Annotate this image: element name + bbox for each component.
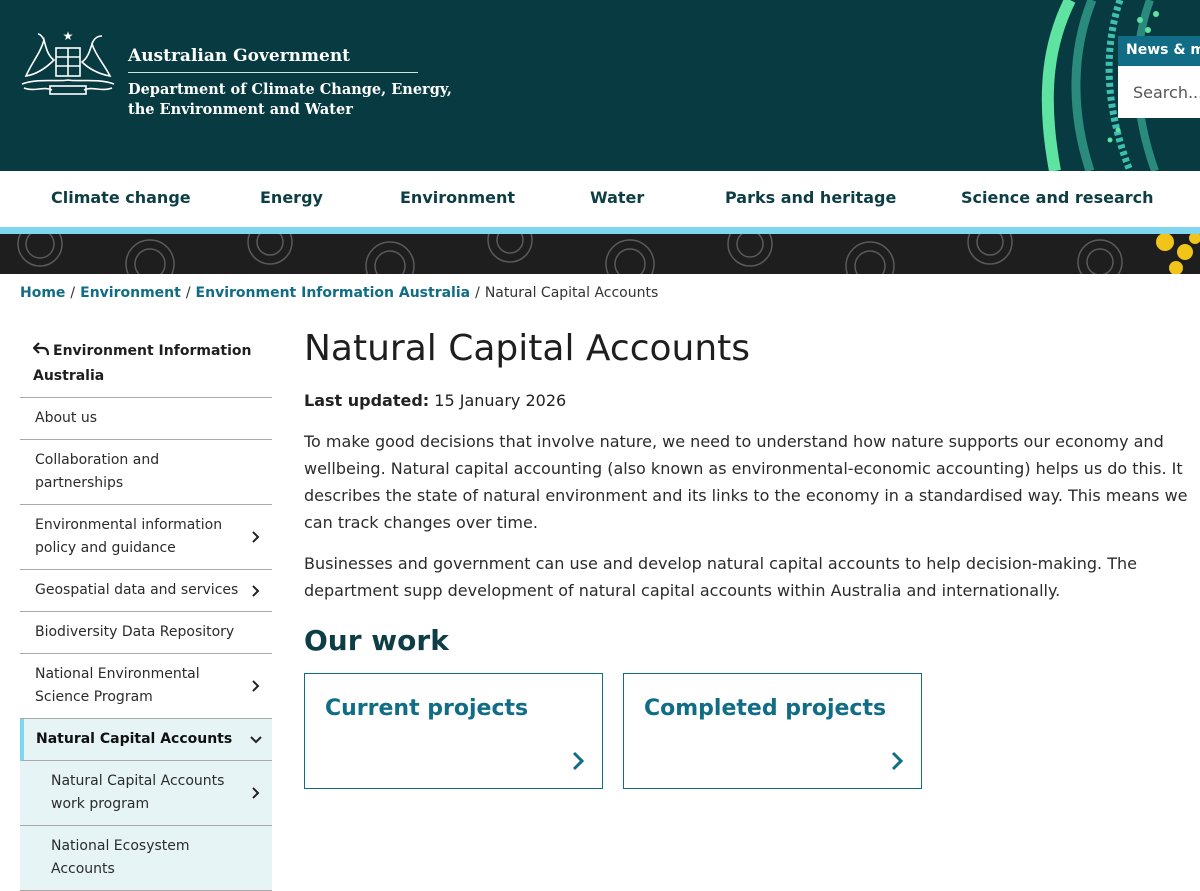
breadcrumb-separator: / — [185, 285, 191, 301]
news-and-media-link[interactable]: News & me — [1118, 36, 1200, 66]
card-group: Current projects Completed projects — [304, 673, 1200, 791]
intro-paragraph: To make good decisions that involve natu… — [304, 432, 1188, 532]
last-updated-date: 15 January 2026 — [434, 391, 567, 410]
nav-science-and-research[interactable]: Science and research — [961, 188, 1154, 207]
breadcrumb-current: Natural Capital Accounts — [484, 285, 659, 301]
sidebar-item-label: Collaboration and partnerships — [35, 452, 160, 491]
last-updated: Last updated: 15 January 2026 — [304, 391, 1200, 410]
site-header: ★ Australian Government Department of Cl… — [0, 0, 1200, 171]
sidebar-item-about-us[interactable]: About us — [20, 398, 272, 440]
chevron-right-icon[interactable] — [250, 584, 262, 597]
sidebar-parent-link[interactable]: Environment Information Australia — [20, 329, 272, 398]
coat-of-arms-icon[interactable]: ★ — [18, 26, 118, 100]
breadcrumb-environment[interactable]: Environment — [80, 285, 181, 301]
card-title: Current projects — [325, 696, 529, 721]
government-name: Australian Government — [128, 46, 418, 73]
breadcrumb-separator: / — [475, 285, 480, 301]
nav-parks-and-heritage[interactable]: Parks and heritage — [725, 188, 896, 207]
nav-accent-stripe — [0, 227, 1200, 234]
sidebar-item-biodiversity-data[interactable]: Biodiversity Data Repository — [20, 612, 272, 654]
second-paragraph: Businesses and government can use and de… — [304, 554, 1137, 600]
sidebar-item-national-ecosystem-accounts[interactable]: National Ecosystem Accounts — [20, 826, 272, 891]
sidebar-item-natural-capital-accounts[interactable]: Natural Capital Accounts — [20, 719, 272, 761]
back-arrow-icon — [32, 342, 50, 356]
sidebar-item-label: Environmental information policy and gui… — [35, 517, 223, 556]
breadcrumb-separator: / — [70, 285, 76, 301]
card-current-projects[interactable]: Current projects — [304, 673, 603, 789]
breadcrumb-environment-information-australia[interactable]: Environment Information Australia — [196, 285, 471, 301]
nav-environment[interactable]: Environment — [400, 188, 515, 207]
chevron-right-icon — [572, 751, 585, 771]
breadcrumb-home[interactable]: Home — [20, 285, 65, 301]
sidebar-item-label: About us — [35, 410, 98, 426]
sidebar-item-nca-work-program[interactable]: Natural Capital Accounts work program — [20, 761, 272, 826]
sidebar-item-geospatial[interactable]: Geospatial data and services — [20, 570, 272, 612]
page-title: Natural Capital Accounts — [304, 328, 751, 369]
main-navigation: Climate change Energy Environment Water … — [0, 171, 1200, 227]
department-name-line2: the Environment and Water — [128, 101, 353, 118]
sidebar-item-label: National Environmental Science Program — [35, 666, 200, 705]
section-title-our-work: Our work — [304, 624, 449, 657]
chevron-right-icon[interactable] — [250, 680, 262, 692]
svg-text:★: ★ — [63, 29, 74, 43]
sidebar-item-label: Natural Capital Accounts work program — [51, 773, 225, 812]
chevron-right-icon[interactable] — [250, 787, 262, 799]
sidebar-item-nesp[interactable]: National Environmental Science Program — [20, 654, 272, 719]
sidebar-navigation: Environment Information Australia About … — [20, 329, 272, 891]
government-branding[interactable]: Australian Government Department of Clim… — [128, 46, 452, 120]
nav-climate-change[interactable]: Climate change — [51, 188, 191, 207]
breadcrumb: Home / Environment / Environment Information… — [20, 285, 658, 301]
chevron-right-icon[interactable] — [250, 531, 262, 543]
sidebar-parent-label: Environment Information Australia — [33, 343, 252, 384]
main-content: Natural Capital Accounts Last updated: 1… — [304, 320, 1200, 791]
chevron-right-icon — [891, 751, 904, 771]
sidebar-item-label: National Ecosystem Accounts — [51, 838, 190, 877]
card-title: Completed projects — [644, 696, 887, 721]
sidebar-item-label: Biodiversity Data Repository — [35, 624, 235, 640]
decorative-pattern-band — [0, 234, 1200, 274]
nav-water[interactable]: Water — [590, 188, 644, 207]
sidebar-item-label: Natural Capital Accounts — [36, 731, 233, 747]
department-name-line1: Department of Climate Change, Energy, — [128, 81, 452, 98]
nav-energy[interactable]: Energy — [260, 188, 323, 207]
search-input[interactable] — [1118, 66, 1200, 118]
last-updated-label: Last updated: — [304, 391, 430, 410]
sidebar-item-collaboration[interactable]: Collaboration and partnerships — [20, 440, 272, 505]
sidebar-item-policy-guidance[interactable]: Environmental information policy and gui… — [20, 505, 272, 570]
sidebar-item-label: Geospatial data and services — [35, 582, 239, 598]
chevron-down-icon[interactable] — [250, 734, 262, 746]
card-completed-projects[interactable]: Completed projects — [623, 673, 922, 789]
